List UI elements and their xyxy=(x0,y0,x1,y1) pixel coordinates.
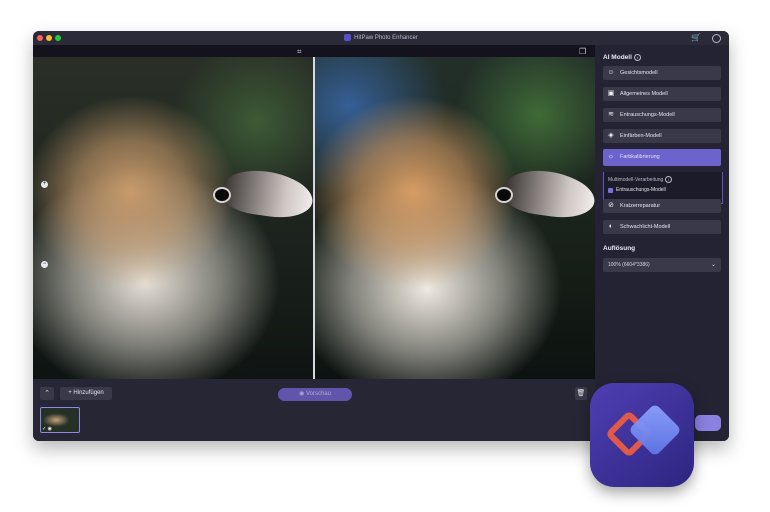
thumbnail-action-icons: ✓ ◉ xyxy=(42,426,52,432)
model-denoise-button[interactable]: ≋ Entrauschungs-Modell xyxy=(603,108,721,122)
resolution-heading: Auflösung xyxy=(603,245,636,252)
multimodel-item-label: Entrauschungs-Modell xyxy=(616,187,666,193)
resolution-value: 100% (6604*3386) xyxy=(608,262,650,268)
model-label: Einfärben-Modell xyxy=(620,133,662,139)
preview-button[interactable]: ◉ Vorschau xyxy=(278,388,352,401)
collapse-button[interactable]: ⌃ xyxy=(40,387,54,400)
compare-icon[interactable]: ❐ xyxy=(579,47,586,56)
multimodel-checkbox[interactable] xyxy=(608,188,613,193)
model-general-button[interactable]: ▣ Allgemeines Modell xyxy=(603,87,721,101)
ai-model-heading: AI Modell i xyxy=(603,54,641,61)
contrast-icon: ◐ xyxy=(608,223,614,230)
enhanced-image xyxy=(315,57,595,379)
model-scratch-button[interactable]: ⊘ Kratzerreparatur xyxy=(603,199,721,213)
model-label: Allgemeines Modell xyxy=(620,91,668,97)
model-label: Farbkalibrierung xyxy=(620,154,660,160)
trash-icon: 🗑 xyxy=(576,390,586,397)
bottom-toolbar: ⌃ + Hinzufügen ◉ Vorschau 🗑 ✓ ◉ xyxy=(33,379,595,441)
eye-icon: ◉ xyxy=(299,391,305,397)
model-colorize-button[interactable]: ◈ Einfärben-Modell xyxy=(603,129,721,143)
sun-icon: ☼ xyxy=(607,153,615,160)
scratch-icon: ⊘ xyxy=(608,202,614,209)
model-face-button[interactable]: ☺ Gesichtsmodell xyxy=(603,66,721,80)
image-thumbnail[interactable]: ✓ ◉ xyxy=(40,407,80,433)
model-color-calibration-button[interactable]: ☼ Farbkalibrierung xyxy=(603,149,721,166)
zoom-in-icon[interactable]: + xyxy=(41,181,48,188)
raccoon-eye xyxy=(495,187,513,203)
preview-button-label: Vorschau xyxy=(305,391,331,397)
chevron-down-icon: ⌄ xyxy=(710,262,716,268)
window-title: HitPaw Photo Enhancer xyxy=(354,35,418,41)
face-icon: ☺ xyxy=(607,69,615,76)
cart-icon[interactable]: 🛒 xyxy=(691,33,701,42)
preview-canvas: ⌗ ❐ + − xyxy=(33,45,595,379)
app-window: HitPaw Photo Enhancer 🛒 ⌗ ❐ + − ⌃ + Hinz… xyxy=(33,31,729,441)
add-button[interactable]: + Hinzufügen xyxy=(60,387,112,400)
export-button[interactable] xyxy=(695,415,721,431)
image-icon: ▣ xyxy=(607,90,615,97)
multimodel-title: Multimodell-Verarbeitung i xyxy=(608,176,673,183)
user-icon[interactable] xyxy=(712,34,721,43)
raccoon-snout xyxy=(220,165,313,223)
multimodel-title-text: Multimodell-Verarbeitung xyxy=(608,176,664,183)
raccoon-eye xyxy=(213,187,231,203)
paint-bucket-icon: ◈ xyxy=(608,132,614,139)
crop-icon[interactable]: ⌗ xyxy=(297,47,302,57)
model-label: Entrauschungs-Modell xyxy=(620,112,675,118)
denoise-icon: ≋ xyxy=(608,111,614,118)
raccoon-snout xyxy=(502,165,595,223)
model-label: Gesichtsmodell xyxy=(620,70,658,76)
original-image xyxy=(33,57,313,379)
delete-button[interactable]: 🗑 xyxy=(575,387,587,400)
add-button-label: Hinzufügen xyxy=(73,390,104,396)
ai-model-title: AI Modell xyxy=(603,54,632,62)
chevron-up-icon: ⌃ xyxy=(44,390,50,397)
model-lowlight-button[interactable]: ◐ Schwachlicht-Modell xyxy=(603,220,721,234)
window-title-wrap: HitPaw Photo Enhancer xyxy=(33,33,729,43)
side-panel: AI Modell i ☺ Gesichtsmodell ▣ Allgemeines … xyxy=(595,45,729,441)
title-bar: HitPaw Photo Enhancer 🛒 xyxy=(33,31,729,45)
resolution-select[interactable]: 100% (6604*3386) ⌄ xyxy=(603,258,721,272)
model-label: Kratzerreparatur xyxy=(620,203,661,209)
info-icon[interactable]: i xyxy=(665,176,673,183)
zoom-out-icon[interactable]: − xyxy=(41,261,48,268)
app-logo-overlay xyxy=(590,383,694,487)
app-logo-icon xyxy=(344,33,352,41)
info-icon[interactable]: i xyxy=(633,54,641,61)
model-label: Schwachlicht-Modell xyxy=(620,224,671,230)
